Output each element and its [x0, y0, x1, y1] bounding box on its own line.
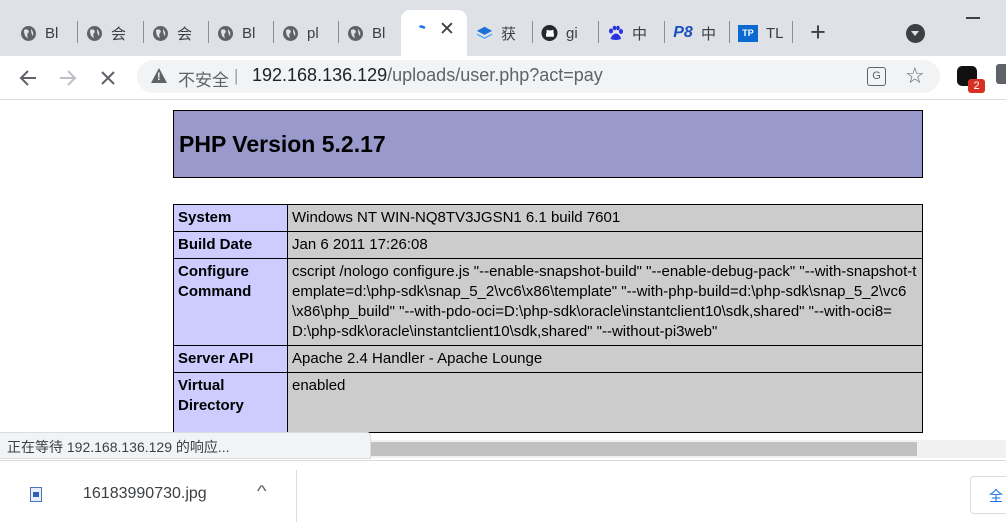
- phpinfo-table: System Windows NT WIN-NQ8TV3JGSN1 6.1 bu…: [173, 204, 923, 433]
- tab-title: 中: [701, 25, 717, 43]
- extensions-puzzle-icon[interactable]: [996, 64, 1006, 84]
- github-icon: [541, 24, 558, 42]
- minimize-icon[interactable]: [966, 17, 980, 19]
- table-row: System Windows NT WIN-NQ8TV3JGSN1 6.1 bu…: [173, 204, 923, 232]
- globe-icon: [347, 25, 364, 42]
- stack-icon: [476, 25, 493, 42]
- address-bar[interactable]: 不安全 | 192.168.136.129/uploads/user.php?a…: [137, 60, 940, 93]
- stop-loading-button[interactable]: [92, 62, 124, 94]
- separator: |: [234, 66, 239, 85]
- close-tab-icon[interactable]: ✕: [437, 20, 457, 40]
- scrollbar-thumb[interactable]: [371, 442, 917, 456]
- tab-separator: [792, 21, 793, 43]
- download-file-name[interactable]: 16183990730.jpg: [83, 485, 207, 503]
- row-key: Virtual Directory: [173, 372, 288, 433]
- divider: [296, 470, 297, 522]
- tab-title: 会: [177, 25, 193, 43]
- tab-search-icon[interactable]: [906, 24, 925, 43]
- warning-icon: [151, 68, 167, 83]
- tab-3[interactable]: 会: [143, 14, 207, 52]
- show-all-button[interactable]: 全: [970, 476, 1006, 514]
- browser-toolbar: 不安全 | 192.168.136.129/uploads/user.php?a…: [0, 56, 1006, 100]
- tab-5[interactable]: pl: [273, 14, 337, 52]
- tab-strip: Bl 会 会 Bl pl Bl ✕ 获 gi 中 P8 中 TP TL +: [0, 0, 1006, 56]
- extension-badge: 2: [968, 79, 985, 93]
- tab-title: Bl: [372, 24, 386, 42]
- tab-title: 会: [111, 25, 127, 43]
- tab-11[interactable]: P8 中: [664, 14, 728, 52]
- security-label: 不安全: [178, 71, 229, 90]
- tab-title: 中: [632, 25, 648, 43]
- tab-12[interactable]: TP TL: [729, 14, 791, 52]
- globe-icon: [282, 25, 299, 42]
- translate-icon[interactable]: G: [867, 67, 886, 86]
- tab-7-active[interactable]: [403, 14, 433, 52]
- tab-title: TL: [766, 24, 784, 42]
- globe-icon: [217, 25, 234, 42]
- status-bubble: 正在等待 192.168.136.129 的响应...: [0, 432, 371, 459]
- new-tab-button[interactable]: +: [806, 18, 830, 46]
- row-key: System: [173, 204, 288, 232]
- loading-icon: [412, 24, 429, 42]
- globe-icon: [20, 25, 37, 42]
- back-arrow-icon: [19, 70, 36, 86]
- bookmark-star-icon[interactable]: ☆: [905, 63, 925, 89]
- row-key: Server API: [173, 345, 288, 373]
- tab-4[interactable]: Bl: [208, 14, 272, 52]
- image-file-icon: [30, 487, 42, 502]
- tab-title: pl: [307, 24, 319, 42]
- globe-icon: [152, 25, 169, 42]
- globe-icon: [86, 25, 103, 42]
- page-viewport: PHP Version 5.2.17 System Windows NT WIN…: [0, 100, 1006, 460]
- tab-title: Bl: [45, 24, 59, 42]
- tab-2[interactable]: 会: [77, 14, 141, 52]
- forward-arrow-icon: [60, 70, 77, 86]
- table-row: Configure Command cscript /nologo config…: [173, 258, 923, 346]
- table-row: Server API Apache 2.4 Handler - Apache L…: [173, 345, 923, 373]
- url-text[interactable]: 192.168.136.129/uploads/user.php?act=pay: [252, 65, 603, 86]
- row-key: Build Date: [173, 231, 288, 259]
- php-version-header: PHP Version 5.2.17: [173, 110, 923, 178]
- tab-title: gi: [566, 24, 578, 42]
- forward-button[interactable]: [52, 62, 84, 94]
- tab-title: 获: [501, 25, 517, 43]
- table-row: Build Date Jan 6 2011 17:26:08: [173, 231, 923, 259]
- table-row: Virtual Directory enabled: [173, 372, 923, 433]
- tab-10[interactable]: 中: [598, 14, 662, 52]
- url-path: /uploads/user.php?act=pay: [387, 65, 603, 85]
- chevron-up-icon[interactable]: ^: [257, 483, 267, 501]
- back-button[interactable]: [12, 62, 44, 94]
- tab-title: Bl: [242, 24, 256, 42]
- p8-icon: P8: [673, 24, 693, 41]
- download-shelf: 16183990730.jpg ^ 全: [0, 460, 1006, 529]
- close-icon: [101, 71, 115, 85]
- tp-icon: TP: [738, 24, 758, 42]
- row-value: cscript /nologo configure.js "--enable-s…: [287, 258, 923, 346]
- baidu-paw-icon: [607, 25, 624, 42]
- tab-9[interactable]: gi: [532, 14, 596, 52]
- row-value: Windows NT WIN-NQ8TV3JGSN1 6.1 build 760…: [287, 204, 923, 232]
- tab-6[interactable]: Bl: [338, 14, 400, 52]
- tab-8[interactable]: 获: [467, 14, 531, 52]
- url-host: 192.168.136.129: [252, 65, 388, 85]
- row-key: Configure Command: [173, 258, 288, 346]
- row-value: Jan 6 2011 17:26:08: [287, 231, 923, 259]
- row-value: Apache 2.4 Handler - Apache Lounge: [287, 345, 923, 373]
- tab-1[interactable]: Bl: [11, 14, 75, 52]
- row-value: enabled: [287, 372, 923, 433]
- page-title: PHP Version 5.2.17: [179, 131, 386, 157]
